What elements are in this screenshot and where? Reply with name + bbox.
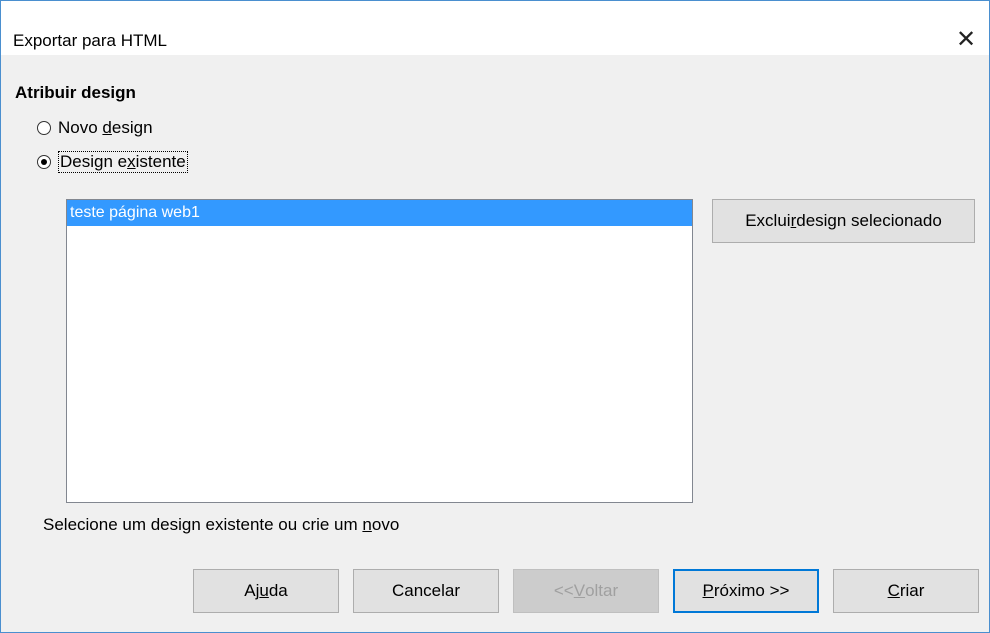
create-button[interactable]: Criar	[833, 569, 979, 613]
back-button[interactable]: << Voltar	[513, 569, 659, 613]
radio-new-design-label: Novo design	[58, 118, 153, 137]
hint-text: Selecione um design existente ou crie um…	[43, 515, 400, 534]
close-icon[interactable]: ✕	[943, 23, 989, 55]
help-button[interactable]: Aj u da	[193, 569, 339, 613]
cancel-button[interactable]: Cancelar	[353, 569, 499, 613]
radio-new-design[interactable]: Novo design	[37, 118, 153, 138]
export-html-dialog: Exportar para HTML ✕ Atribuir design Nov…	[0, 0, 990, 633]
delete-design-button[interactable]: Exclui r design selecionado	[712, 199, 975, 243]
radio-existing-design-label: Design existente	[58, 151, 188, 173]
section-title: Atribuir design	[15, 83, 136, 102]
design-listbox[interactable]: teste página web1	[66, 199, 693, 503]
radio-existing-design[interactable]: Design existente	[37, 151, 188, 173]
list-item[interactable]: teste página web1	[67, 200, 692, 226]
dialog-title: Exportar para HTML	[13, 31, 167, 50]
next-button[interactable]: Próximo >>	[673, 569, 819, 613]
radio-existing-design-indicator[interactable]	[37, 155, 51, 169]
title-bar: Exportar para HTML ✕	[1, 1, 989, 55]
radio-new-design-indicator[interactable]	[37, 121, 51, 135]
